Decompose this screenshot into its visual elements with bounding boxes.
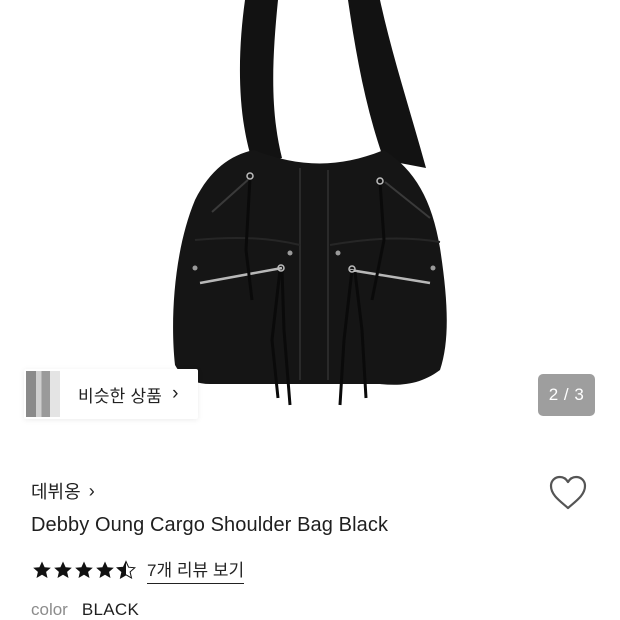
color-value: BLACK xyxy=(81,600,140,619)
chevron-right-icon: › xyxy=(172,383,179,404)
similar-products-button[interactable]: 비슷한 상품 › xyxy=(24,369,198,419)
star-icon xyxy=(96,561,114,578)
chevron-right-icon: › xyxy=(88,480,95,501)
brand-link[interactable]: 데뷔옹 › xyxy=(31,478,95,504)
brand-name: 데뷔옹 xyxy=(31,482,81,502)
reviews-link[interactable]: 7개 리뷰 보기 xyxy=(147,556,245,584)
rating-row: 7개 리뷰 보기 xyxy=(32,556,245,584)
heart-outline-icon xyxy=(549,475,587,510)
similar-products-label: 비슷한 상품 xyxy=(78,386,163,406)
star-half-icon xyxy=(116,560,136,580)
product-title: Debby Oung Cargo Shoulder Bag Black xyxy=(31,514,389,536)
image-page-indicator: 2 / 3 xyxy=(538,374,595,416)
similar-product-thumbnail xyxy=(26,371,60,417)
color-label: color xyxy=(31,600,68,619)
star-rating xyxy=(32,560,137,580)
star-icon xyxy=(54,561,72,578)
star-icon xyxy=(33,561,51,578)
star-icon xyxy=(75,561,93,578)
color-row: color BLACK xyxy=(31,600,139,620)
wishlist-button[interactable] xyxy=(548,474,588,512)
